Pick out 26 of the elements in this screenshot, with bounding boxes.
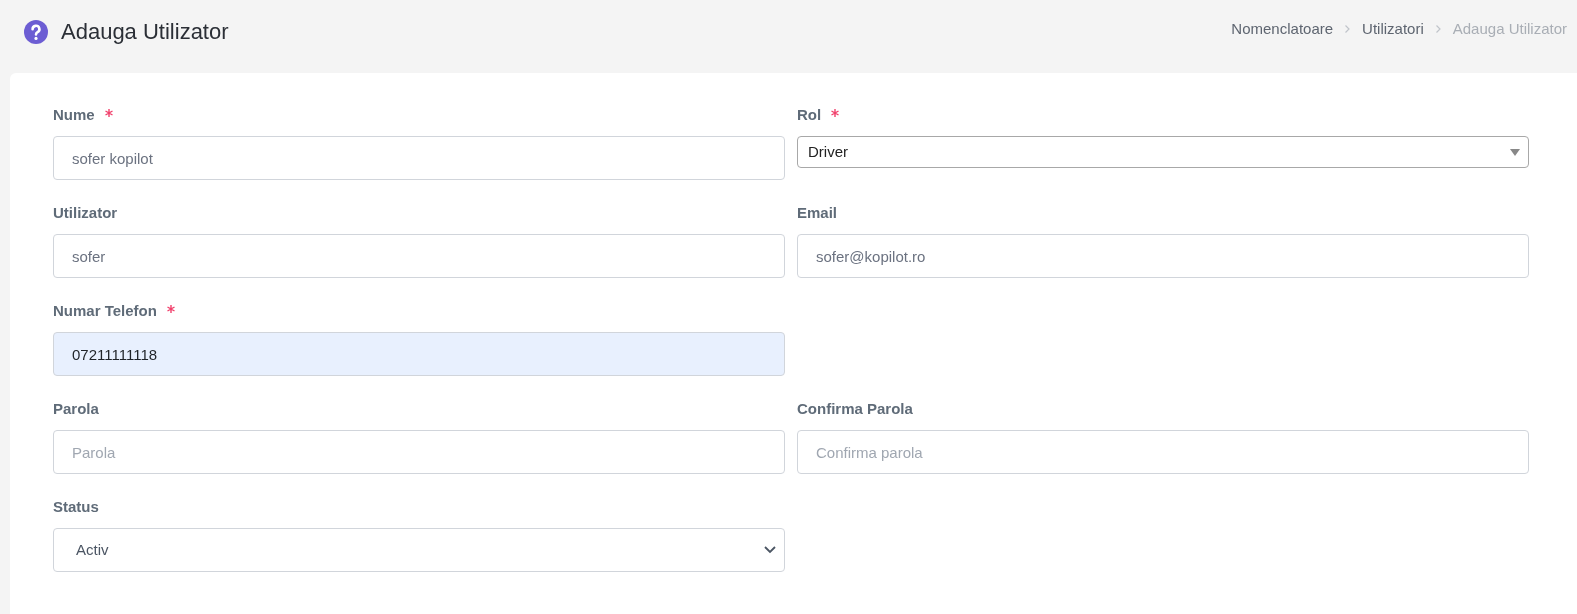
input-field[interactable]: 07211111118 <box>53 332 785 376</box>
field-label: Nume <box>53 104 95 125</box>
field-label: Parola <box>53 398 99 419</box>
chevron-down-icon <box>764 546 776 554</box>
caret-icon <box>1510 148 1520 156</box>
page-title: Adauga Utilizator <box>61 18 229 46</box>
field-label: Status <box>53 496 99 517</box>
help-icon <box>24 19 48 44</box>
chevron-right-icon <box>1345 25 1351 34</box>
field-label: Confirma Parola <box>797 398 913 419</box>
input-field[interactable]: Confirma parola <box>797 430 1529 474</box>
breadcrumb-link[interactable]: Nomenclatoare <box>1231 18 1334 41</box>
field-label: Utilizator <box>53 202 118 223</box>
dropdown-value: Driver <box>808 141 848 162</box>
status-select[interactable]: Activ <box>53 528 785 572</box>
select-value: Activ <box>76 539 109 560</box>
chevron-right-icon <box>1435 25 1441 34</box>
field-label: Email <box>797 202 838 223</box>
breadcrumb-link[interactable]: Utilizatori <box>1362 18 1424 41</box>
role-dropdown[interactable]: Driver <box>797 136 1529 168</box>
input-field[interactable]: Parola <box>53 430 785 474</box>
field-label: Rol <box>797 104 822 125</box>
input-field[interactable]: sofer <box>53 234 785 278</box>
input-field[interactable]: sofer@kopilot.ro <box>797 234 1529 278</box>
input-field[interactable]: sofer kopilot <box>53 136 785 180</box>
field-label: Numar Telefon <box>53 300 157 321</box>
